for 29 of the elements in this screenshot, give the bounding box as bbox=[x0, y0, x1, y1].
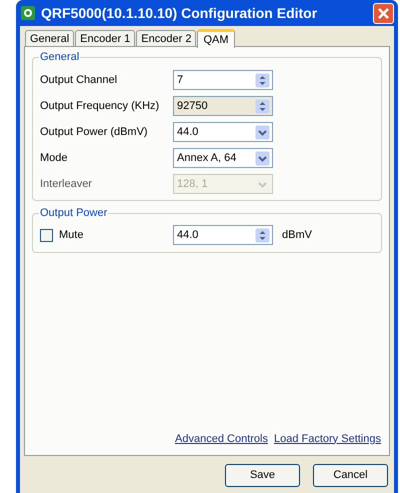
link[interactable]: Load Factory Settings bbox=[274, 430, 381, 447]
spinner-arrows-icon bbox=[255, 228, 270, 242]
app-icon bbox=[20, 5, 36, 21]
dropdown[interactable]: Annex A, 64 bbox=[173, 148, 273, 168]
field-label: Output Channel bbox=[40, 72, 118, 88]
spinner-arrows-icon bbox=[255, 72, 270, 88]
field-label: Output Frequency (KHz) bbox=[40, 98, 160, 114]
close-icon bbox=[378, 8, 389, 18]
spinner-arrows-icon bbox=[255, 98, 270, 114]
field-label: Interleaver bbox=[40, 176, 93, 192]
mute-label: Mute bbox=[59, 228, 84, 243]
mute-checkbox[interactable] bbox=[40, 228, 53, 242]
group-title: Output Power bbox=[39, 206, 108, 220]
link[interactable]: Advanced Controls bbox=[175, 430, 268, 447]
tab[interactable]: General bbox=[25, 30, 74, 47]
field-label: Output Power (dBmV) bbox=[40, 124, 149, 140]
dropdown[interactable]: 44.0 bbox=[173, 122, 273, 142]
window-title: QRF5000(10.1.10.10) Configuration Editor bbox=[41, 4, 318, 23]
cancel-button[interactable]: Cancel bbox=[313, 464, 388, 487]
field-label: Mode bbox=[40, 150, 69, 166]
spin-field[interactable]: 44.0 bbox=[173, 225, 273, 245]
close-button[interactable] bbox=[373, 2, 394, 24]
tab[interactable]: Encoder 2 bbox=[136, 30, 196, 47]
spin-field[interactable]: 92750 bbox=[173, 96, 273, 116]
unit-label: dBmV bbox=[282, 228, 312, 243]
tab[interactable]: QAM bbox=[197, 29, 235, 48]
save-button[interactable]: Save bbox=[225, 464, 300, 487]
tab[interactable]: Encoder 1 bbox=[75, 30, 136, 47]
spin-field[interactable]: 7 bbox=[173, 70, 273, 90]
